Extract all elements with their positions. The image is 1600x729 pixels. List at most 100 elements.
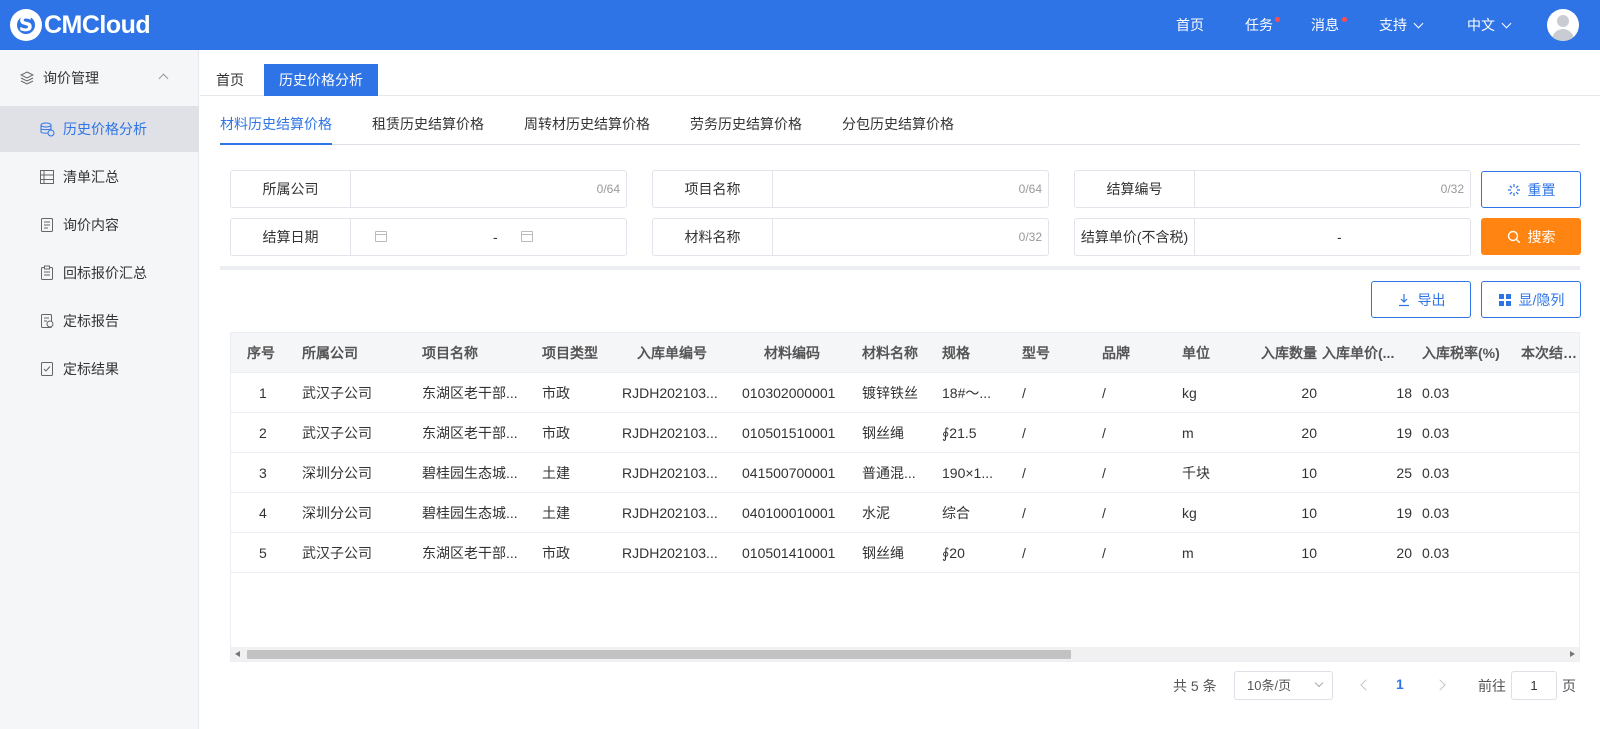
goto-prefix: 前往 <box>1478 678 1506 694</box>
sidebar-item-award-result[interactable]: 定标结果 <box>0 346 199 392</box>
page-size-value: 10条/页 <box>1247 678 1292 693</box>
next-page-icon[interactable] <box>1434 679 1446 691</box>
app-logo[interactable]: CMCloud <box>10 8 151 42</box>
goto-page-input[interactable]: 1 <box>1511 671 1557 700</box>
cell-unit-price: 19 <box>1396 505 1412 521</box>
nav-support-label: 支持 <box>1379 17 1407 33</box>
user-avatar[interactable] <box>1547 9 1579 41</box>
nav-support[interactable]: 支持 <box>1379 0 1424 50</box>
tab-rental-history[interactable]: 租赁历史结算价格 <box>372 114 484 142</box>
calendar-icon <box>521 231 533 242</box>
nav-language[interactable]: 中文 <box>1467 0 1512 50</box>
cell-model: / <box>1022 545 1026 561</box>
table-row[interactable]: 5 武汉子公司 东湖区老干部... 市政 RJDH202103... 0105014100… <box>231 533 1579 573</box>
cell-settle-amount <box>1521 373 1579 413</box>
cell-company: 深圳分公司 <box>302 465 372 481</box>
nav-language-label: 中文 <box>1467 17 1495 33</box>
nav-messages[interactable]: 消息 <box>1311 0 1339 50</box>
search-button[interactable]: 搜索 <box>1481 218 1581 255</box>
cell-material-code: 040100010001 <box>742 505 836 521</box>
cell-project-name: 碧桂园生态城... <box>422 505 518 521</box>
table-row[interactable]: 2 武汉子公司 东湖区老干部... 市政 RJDH202103... 0105015100… <box>231 413 1579 453</box>
col-header-unit: 单位 <box>1182 345 1210 361</box>
company-field[interactable]: 所属公司 0/64 <box>230 170 627 208</box>
col-header-unit-price: 入库单价(... <box>1322 345 1395 361</box>
material-name-field[interactable]: 材料名称 0/32 <box>652 218 1049 256</box>
current-page-number[interactable]: 1 <box>1396 676 1404 692</box>
sidebar-item-label: 定标报告 <box>63 313 119 329</box>
table-row[interactable]: 1 武汉子公司 东湖区老干部... 市政 RJDH202103... 0103020000… <box>231 373 1579 413</box>
scrollbar-thumb[interactable] <box>247 650 1071 659</box>
messages-badge-dot <box>1342 17 1347 22</box>
chevron-down-icon <box>1413 18 1424 29</box>
unit-price-range[interactable]: 结算单价(不含税) - <box>1074 218 1471 256</box>
cell-quantity: 10 <box>1301 465 1317 481</box>
cell-index: 5 <box>259 545 267 561</box>
layers-icon <box>20 71 34 85</box>
cell-tax-rate: 0.03 <box>1422 425 1450 441</box>
chevron-down-icon <box>1501 18 1512 29</box>
nav-tasks[interactable]: 任务 <box>1245 0 1273 50</box>
unit-price-label: 结算单价(不含税) <box>1075 219 1195 255</box>
cell-spec: 190×1... <box>942 465 993 481</box>
sidebar-item-award-report[interactable]: 定标报告 <box>0 298 199 344</box>
scroll-left-icon[interactable] <box>235 651 240 657</box>
col-header-project-name: 项目名称 <box>422 345 478 361</box>
cell-company: 深圳分公司 <box>302 505 372 521</box>
sidebar-group-inquiry[interactable]: 询价管理 <box>0 50 199 106</box>
cell-model: / <box>1022 385 1026 401</box>
cell-unit-price: 19 <box>1396 425 1412 441</box>
settle-date-range[interactable]: 结算日期 - <box>230 218 627 256</box>
horizontal-scrollbar[interactable] <box>231 647 1579 661</box>
calendar-icon <box>375 231 387 242</box>
page-tab-price-history[interactable]: 历史价格分析 <box>264 64 378 96</box>
sidebar-item-bid-summary[interactable]: 回标报价汇总 <box>0 250 199 296</box>
sidebar-item-list-summary[interactable]: 清单汇总 <box>0 154 199 200</box>
project-name-label: 项目名称 <box>653 171 773 207</box>
table-row[interactable]: 4 深圳分公司 碧桂园生态城... 土建 RJDH202103... 0401000100… <box>231 493 1579 533</box>
material-name-label: 材料名称 <box>653 219 773 255</box>
page-tab-home[interactable]: 首页 <box>201 64 259 96</box>
sidebar-item-price-history[interactable]: 历史价格分析 <box>0 106 199 152</box>
logo-text: CMCloud <box>44 10 151 39</box>
goto-suffix: 页 <box>1562 678 1576 694</box>
cell-material-code: 041500700001 <box>742 465 836 481</box>
cell-unit: 千块 <box>1182 465 1210 481</box>
cell-material-name: 镀锌铁丝 <box>862 385 918 401</box>
cell-material-code: 010501510001 <box>742 425 836 441</box>
project-name-field[interactable]: 项目名称 0/64 <box>652 170 1049 208</box>
cell-brand: / <box>1102 505 1106 521</box>
cell-index: 2 <box>259 425 267 441</box>
table-row[interactable]: 3 深圳分公司 碧桂园生态城... 土建 RJDH202103... 0415007000… <box>231 453 1579 493</box>
loading-icon <box>1507 183 1520 196</box>
list-icon <box>40 170 54 184</box>
cell-tax-rate: 0.03 <box>1422 545 1450 561</box>
cell-model: / <box>1022 505 1026 521</box>
export-button[interactable]: 导出 <box>1371 281 1471 318</box>
cell-unit-price: 25 <box>1396 465 1412 481</box>
material-name-counter: 0/32 <box>1018 230 1042 244</box>
toggle-columns-button[interactable]: 显/隐列 <box>1481 281 1581 318</box>
tab-material-history[interactable]: 材料历史结算价格 <box>220 114 332 142</box>
cell-receipt-no: RJDH202103... <box>622 425 718 441</box>
chevron-down-icon <box>1314 678 1324 688</box>
prev-page-icon[interactable] <box>1360 679 1372 691</box>
settle-no-field[interactable]: 结算编号 0/32 <box>1074 170 1471 208</box>
tab-labor-history[interactable]: 劳务历史结算价格 <box>690 114 802 142</box>
col-header-settle-amount: 本次结算... <box>1521 345 1580 361</box>
reset-button[interactable]: 重置 <box>1481 171 1581 208</box>
page-size-select[interactable]: 10条/页 <box>1234 671 1333 700</box>
company-label: 所属公司 <box>231 171 351 207</box>
cell-company: 武汉子公司 <box>302 545 372 561</box>
nav-home[interactable]: 首页 <box>1176 0 1204 50</box>
tab-subcontract-history[interactable]: 分包历史结算价格 <box>842 114 954 142</box>
col-header-company: 所属公司 <box>302 345 358 361</box>
cell-quantity: 10 <box>1301 505 1317 521</box>
col-header-quantity: 入库数量 <box>1261 345 1317 361</box>
search-button-label: 搜索 <box>1527 228 1556 245</box>
scroll-right-icon[interactable] <box>1570 651 1575 657</box>
section-divider <box>220 266 1580 270</box>
sidebar-item-inquiry-content[interactable]: 询价内容 <box>0 202 199 248</box>
tab-turnover-history[interactable]: 周转材历史结算价格 <box>524 114 650 142</box>
page-tabs: 首页 历史价格分析 <box>200 50 1600 96</box>
